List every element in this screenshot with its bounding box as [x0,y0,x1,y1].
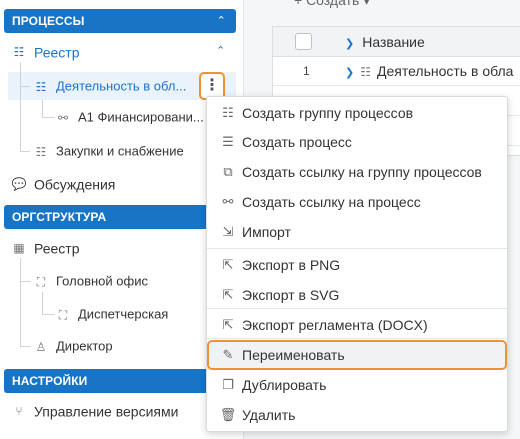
org-section-header[interactable]: ОРГСТРУКТУРА [4,205,236,229]
tree-line [20,151,30,152]
sidebar-item-activity[interactable]: ☷ Деятельность в обл... [32,73,187,99]
table-icon: ▦ [13,241,25,256]
menu-item-export-docx[interactable]: ⇱ Экспорт регламента (DOCX) [207,311,507,339]
menu-item-import[interactable]: ⇲ Импорт [207,218,507,246]
table-row[interactable]: ❯ ☷ Деятельность в обла [345,63,513,79]
chevron-down-icon[interactable]: ❯ [345,67,354,79]
tree-line [20,62,21,152]
row-divider [273,85,520,86]
person-icon: ♙ [35,339,47,354]
select-all-checkbox[interactable] [295,33,312,50]
sidebar-item-procurement[interactable]: ☷ Закупки и снабжение [32,138,184,164]
duplicate-icon: ❐ [222,377,234,392]
trash-icon: 🗑 [219,407,237,422]
menu-item-create-group[interactable]: ☷ Создать группу процессов [207,99,507,127]
row-number: 1 [303,64,310,78]
process-group-icon: ☷ [35,144,47,159]
sidebar-item-version-management[interactable]: ⑂ Управление версиями [10,397,178,423]
process-group-icon: ☷ [35,79,47,94]
menu-item-create-group-link[interactable]: ⧉ Создать ссылку на группу процессов [207,158,507,186]
processes-section-header[interactable]: ПРОЦЕССЫ ⌃ [4,9,236,33]
menu-item-rename[interactable]: ✎ Переименовать [207,341,507,369]
sidebar-item-financing[interactable]: ⚯ А1 Финансировани... [54,104,204,130]
menu-item-create-process-link[interactable]: ⚯ Создать ссылку на процесс [207,188,507,216]
menu-item-duplicate[interactable]: ❐ Дублировать [207,371,507,399]
export-icon: ⇱ [222,317,234,332]
tree-line [42,314,54,315]
menu-item-create-process[interactable]: ☰ Создать процесс [207,128,507,156]
process-link-icon: ⚯ [57,110,69,125]
menu-divider [207,338,507,339]
tree-line [42,117,54,118]
export-icon: ⇱ [222,287,234,302]
chevron-down-icon: ❯ [345,38,355,50]
sidebar-item-org-registry[interactable]: ▦ Реестр [10,234,79,260]
tree-line [20,258,21,346]
sidebar-item-discussions[interactable]: 💬 Обсуждения [10,170,116,196]
tree-line [42,292,43,314]
settings-section-header[interactable]: НАСТРОЙКИ [4,369,236,393]
process-group-icon: ☷ [360,65,371,79]
process-group-icon: ☷ [13,45,25,60]
tree-line [42,100,43,117]
table-header: ❯ Название [273,27,520,57]
chevron-up-icon[interactable]: ⌃ [216,44,225,57]
process-group-icon: ☷ [222,105,234,120]
group-link-icon: ⧉ [223,164,233,179]
sidebar-item-registry[interactable]: ☷ Реестр [10,38,80,64]
context-menu: ☷ Создать группу процессов ☰ Создать проце… [206,96,508,432]
sidebar-item-dispatch[interactable]: ⛶ Диспетчерская [54,301,169,327]
sidebar-item-head-office[interactable]: ⛶ Головной офис [32,268,148,294]
version-branch-icon: ⑂ [15,404,23,419]
org-structure-icon: ⛶ [58,307,68,322]
menu-item-export-png[interactable]: ⇱ Экспорт в PNG [207,251,507,279]
process-icon: ☰ [222,134,234,149]
process-link-icon: ⚯ [222,194,234,209]
tree-line [20,346,30,347]
menu-item-delete[interactable]: 🗑 Удалить [207,401,507,429]
sidebar-item-director[interactable]: ♙ Директор [32,333,113,359]
tree-line [20,86,30,87]
menu-divider [207,308,507,309]
column-name-header[interactable]: ❯ Название [345,27,425,59]
import-icon: ⇲ [222,224,234,239]
create-button[interactable]: + Создать ▾ [294,0,370,9]
tree-line [20,281,30,282]
rename-icon: ✎ [222,347,234,362]
export-icon: ⇱ [222,257,234,272]
org-structure-icon: ⛶ [36,274,46,289]
chevron-up-icon[interactable]: ⌃ [217,9,226,33]
menu-divider [207,248,507,249]
menu-item-export-svg[interactable]: ⇱ Экспорт в SVG [207,281,507,309]
chat-icon: 💬 [11,177,27,192]
